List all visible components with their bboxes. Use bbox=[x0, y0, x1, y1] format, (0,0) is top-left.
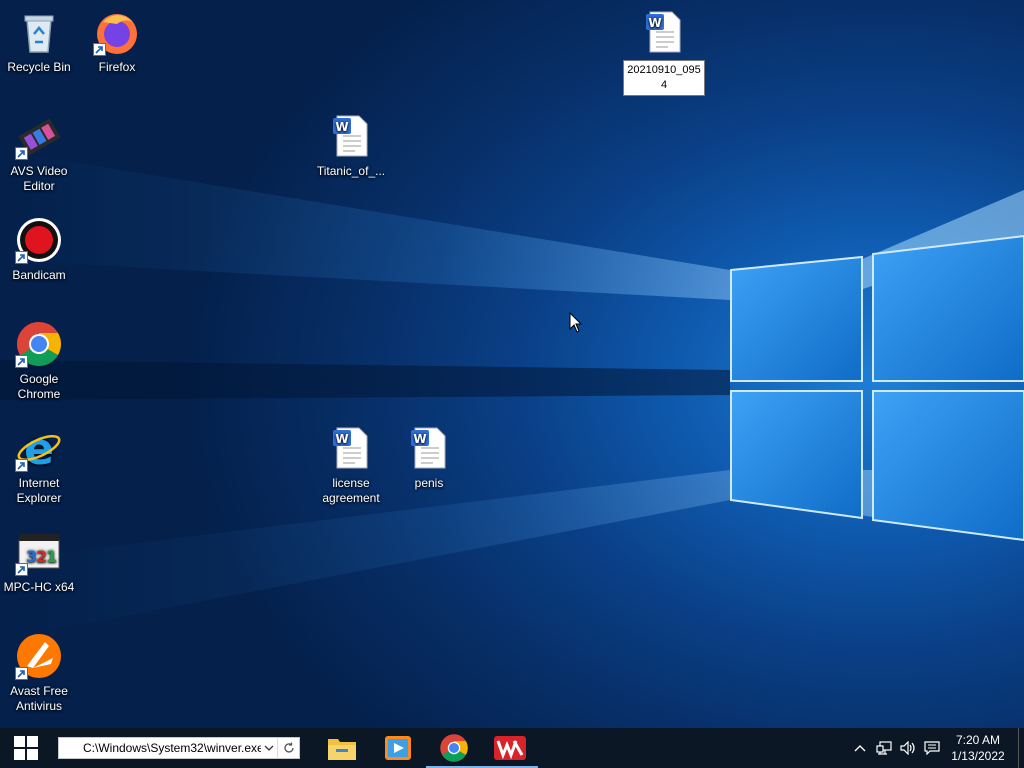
desktop-icon-label: Google Chrome bbox=[17, 372, 61, 401]
desktop-icon-label: Titanic_of_... bbox=[316, 164, 386, 178]
shortcut-arrow-icon bbox=[15, 667, 28, 680]
desktop-icon-titanic-doc[interactable]: W Titanic_of_... bbox=[312, 112, 390, 179]
chevron-down-icon[interactable] bbox=[261, 738, 277, 758]
wps-office-icon bbox=[494, 736, 526, 760]
clock-date: 1/13/2022 bbox=[951, 749, 1005, 763]
desktop-icon-label: 20210910_0954 bbox=[623, 60, 705, 96]
svg-text:W: W bbox=[648, 16, 661, 30]
chrome-icon bbox=[440, 734, 468, 762]
svg-text:W: W bbox=[335, 120, 348, 134]
shortcut-arrow-icon bbox=[15, 147, 28, 160]
address-input[interactable]: C:\Windows\System32\winver.exe bbox=[59, 741, 261, 755]
svg-text:1: 1 bbox=[46, 547, 57, 566]
desktop-icon-label: Recycle Bin bbox=[7, 60, 71, 74]
shortcut-arrow-icon bbox=[93, 43, 106, 56]
refresh-icon[interactable] bbox=[277, 738, 299, 758]
wps-document-icon: W bbox=[327, 424, 375, 472]
mpc-hc-icon: 3 2 1 bbox=[15, 528, 63, 576]
wps-document-icon: W bbox=[327, 112, 375, 160]
bandicam-icon bbox=[15, 216, 63, 264]
taskbar-app-media-player[interactable] bbox=[370, 728, 426, 768]
system-tray: 7:20 AM 1/13/2022 bbox=[848, 728, 1024, 768]
chrome-icon bbox=[15, 320, 63, 368]
windows-logo-icon bbox=[14, 736, 38, 760]
desktop-icon-label: AVS Video Editor bbox=[10, 164, 68, 193]
svg-text:W: W bbox=[413, 432, 426, 446]
desktop-icon-label: MPC-HC x64 bbox=[3, 580, 75, 594]
desktop-icon-firefox[interactable]: Firefox bbox=[78, 8, 156, 75]
start-button[interactable] bbox=[0, 728, 52, 768]
desktop-icon-penis-doc[interactable]: W penis bbox=[390, 424, 468, 491]
desktop-icon-internet-explorer[interactable]: e Internet Explorer bbox=[0, 424, 78, 506]
desktop-icon-avast[interactable]: Avast Free Antivirus bbox=[0, 632, 78, 714]
desktop-icon-mpc-hc[interactable]: 3 2 1 MPC-HC x64 bbox=[0, 528, 78, 595]
show-desktop-button[interactable] bbox=[1018, 728, 1024, 768]
svg-text:W: W bbox=[335, 432, 348, 446]
shortcut-arrow-icon bbox=[15, 563, 28, 576]
file-explorer-icon bbox=[328, 739, 356, 760]
internet-explorer-icon: e bbox=[15, 424, 63, 472]
desktop-icon-label: Internet Explorer bbox=[16, 476, 62, 505]
clock-time: 7:20 AM bbox=[955, 733, 1001, 747]
wps-document-icon: W bbox=[405, 424, 453, 472]
mouse-cursor-icon bbox=[569, 312, 583, 333]
desktop-icon-google-chrome[interactable]: Google Chrome bbox=[0, 320, 78, 402]
desktop-icon-label: Avast Free Antivirus bbox=[10, 684, 68, 713]
shortcut-arrow-icon bbox=[15, 251, 28, 264]
desktop-icon-label: Bandicam bbox=[12, 268, 66, 282]
desktop-icon-label: license agreement bbox=[322, 476, 380, 505]
taskbar-clock[interactable]: 7:20 AM 1/13/2022 bbox=[944, 732, 1012, 764]
avs-video-editor-icon bbox=[15, 112, 63, 160]
desktop-wallpaper bbox=[0, 0, 1024, 728]
address-toolbar[interactable]: C:\Windows\System32\winver.exe bbox=[58, 737, 300, 759]
desktop-icon-avs-video-editor[interactable]: AVS Video Editor bbox=[0, 112, 78, 194]
taskbar-app-wps-office[interactable] bbox=[482, 728, 538, 768]
notification-icon[interactable] bbox=[920, 728, 944, 768]
taskbar: C:\Windows\System32\winver.exe 7:20 AM 1… bbox=[0, 728, 1024, 768]
avast-icon bbox=[15, 632, 63, 680]
firefox-icon bbox=[93, 8, 141, 56]
taskbar-app-file-explorer[interactable] bbox=[314, 728, 370, 768]
wps-document-icon: W bbox=[640, 8, 688, 56]
recycle-bin-icon bbox=[15, 8, 63, 56]
shortcut-arrow-icon bbox=[15, 459, 28, 472]
desktop-icon-bandicam[interactable]: Bandicam bbox=[0, 216, 78, 283]
media-player-icon bbox=[385, 736, 411, 760]
svg-text:e: e bbox=[24, 424, 54, 472]
desktop-icon-label: Firefox bbox=[98, 60, 136, 74]
desktop-icon-license-agreement[interactable]: W license agreement bbox=[312, 424, 390, 506]
desktop-icon-20210910-doc[interactable]: W 20210910_0954 bbox=[622, 8, 706, 96]
network-icon[interactable] bbox=[872, 728, 896, 768]
taskbar-app-google-chrome[interactable] bbox=[426, 728, 482, 768]
desktop-icon-label: penis bbox=[414, 476, 444, 490]
volume-icon[interactable] bbox=[896, 728, 920, 768]
chevron-up-icon[interactable] bbox=[848, 728, 872, 768]
desktop-icon-recycle-bin[interactable]: Recycle Bin bbox=[0, 8, 78, 75]
shortcut-arrow-icon bbox=[15, 355, 28, 368]
